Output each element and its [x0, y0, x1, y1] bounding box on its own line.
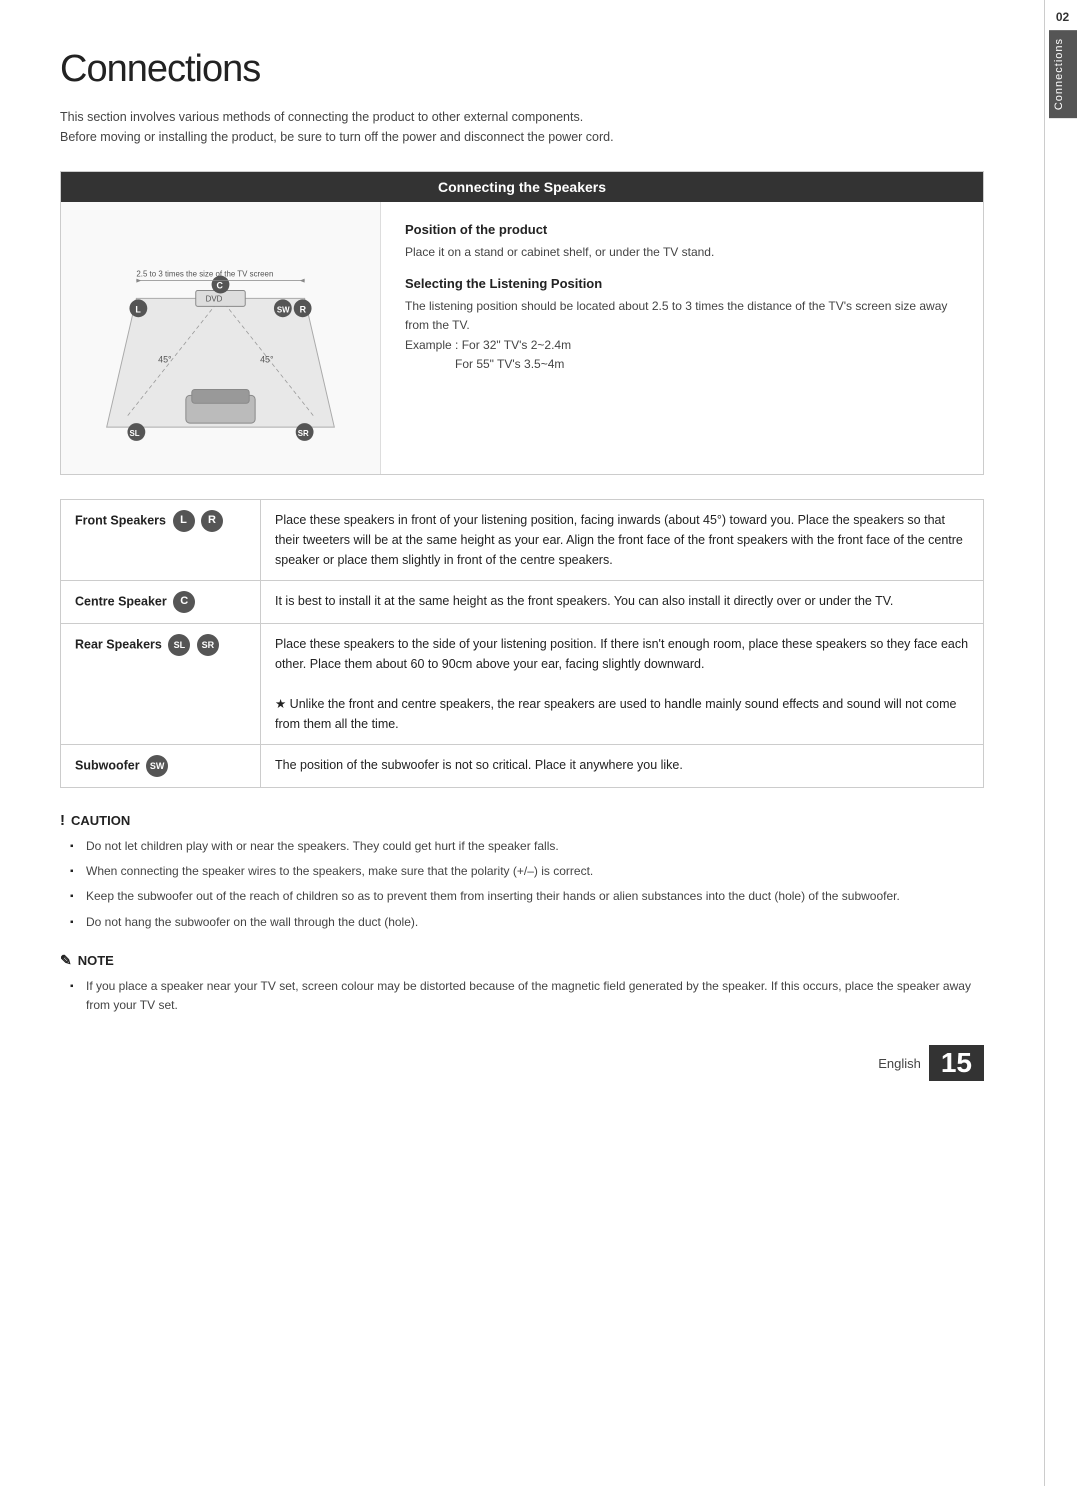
list-item: When connecting the speaker wires to the…	[70, 862, 984, 881]
svg-text:C: C	[217, 281, 224, 291]
svg-text:2.5 to 3 times the size of the: 2.5 to 3 times the size of the TV screen	[136, 270, 273, 279]
side-tab-number: 02	[1056, 10, 1069, 24]
side-tab: 02 Connections	[1044, 0, 1080, 1486]
listening-title: Selecting the Listening Position	[405, 276, 963, 291]
front-speakers-desc: Place these speakers in front of your li…	[261, 500, 984, 581]
page-title: Connections	[60, 48, 984, 91]
page-number: 15	[929, 1045, 984, 1081]
page-container: Connections This section involves variou…	[0, 0, 1080, 1486]
note-title: ✎ NOTE	[60, 952, 984, 969]
centre-speaker-label: Centre Speaker C	[61, 581, 261, 624]
table-row: Rear Speakers SL SR Place these speakers…	[61, 624, 984, 745]
svg-text:45°: 45°	[158, 355, 172, 365]
table-row: Centre Speaker C It is best to install i…	[61, 581, 984, 624]
main-content: Connections This section involves variou…	[0, 0, 1044, 1486]
badge-SL: SL	[168, 634, 190, 656]
diagram-area: 45° 45° DVD C SW	[61, 202, 381, 474]
centre-speaker-desc: It is best to install it at the same hei…	[261, 581, 984, 624]
subwoofer-label: Subwoofer SW	[61, 745, 261, 788]
rear-speakers-label: Rear Speakers SL SR	[61, 624, 261, 745]
list-item: Do not hang the subwoofer on the wall th…	[70, 913, 984, 932]
note-section: ✎ NOTE If you place a speaker near your …	[60, 952, 984, 1015]
connecting-section: Connecting the Speakers 45° 45°	[60, 171, 984, 475]
position-body: Place it on a stand or cabinet shelf, or…	[405, 243, 963, 262]
note-icon: ✎	[60, 952, 72, 969]
section-header: Connecting the Speakers	[61, 172, 983, 202]
table-row: Front Speakers L R Place these speakers …	[61, 500, 984, 581]
svg-text:SL: SL	[129, 429, 139, 438]
svg-text:R: R	[300, 304, 307, 314]
badge-SR: SR	[197, 634, 219, 656]
caution-list: Do not let children play with or near th…	[60, 837, 984, 932]
rear-speakers-desc: Place these speakers to the side of your…	[261, 624, 984, 745]
side-tab-label: Connections	[1049, 30, 1077, 118]
badge-L: L	[173, 510, 195, 532]
badge-SW: SW	[146, 755, 168, 777]
page-footer: English 15	[60, 1045, 984, 1081]
intro-text: This section involves various methods of…	[60, 107, 984, 147]
speaker-table: Front Speakers L R Place these speakers …	[60, 499, 984, 788]
table-row: Subwoofer SW The position of the subwoof…	[61, 745, 984, 788]
svg-text:45°: 45°	[260, 355, 274, 365]
position-info: Position of the product Place it on a st…	[381, 202, 983, 474]
listening-body: The listening position should be located…	[405, 297, 963, 374]
badge-C: C	[173, 591, 195, 613]
caution-icon: !	[60, 812, 65, 829]
front-speakers-label: Front Speakers L R	[61, 500, 261, 581]
svg-text:L: L	[135, 304, 141, 314]
position-title: Position of the product	[405, 222, 963, 237]
note-list: If you place a speaker near your TV set,…	[60, 977, 984, 1015]
footer-language: English	[878, 1056, 921, 1071]
caution-title: ! CAUTION	[60, 812, 984, 829]
svg-text:SR: SR	[298, 429, 309, 438]
connecting-body: 45° 45° DVD C SW	[61, 202, 983, 474]
svg-text:SW: SW	[277, 305, 290, 314]
subwoofer-desc: The position of the subwoofer is not so …	[261, 745, 984, 788]
list-item: Do not let children play with or near th…	[70, 837, 984, 856]
list-item: Keep the subwoofer out of the reach of c…	[70, 887, 984, 906]
speaker-diagram: 45° 45° DVD C SW	[77, 218, 364, 458]
badge-R: R	[201, 510, 223, 532]
caution-section: ! CAUTION Do not let children play with …	[60, 812, 984, 932]
list-item: If you place a speaker near your TV set,…	[70, 977, 984, 1015]
svg-text:DVD: DVD	[206, 294, 223, 303]
